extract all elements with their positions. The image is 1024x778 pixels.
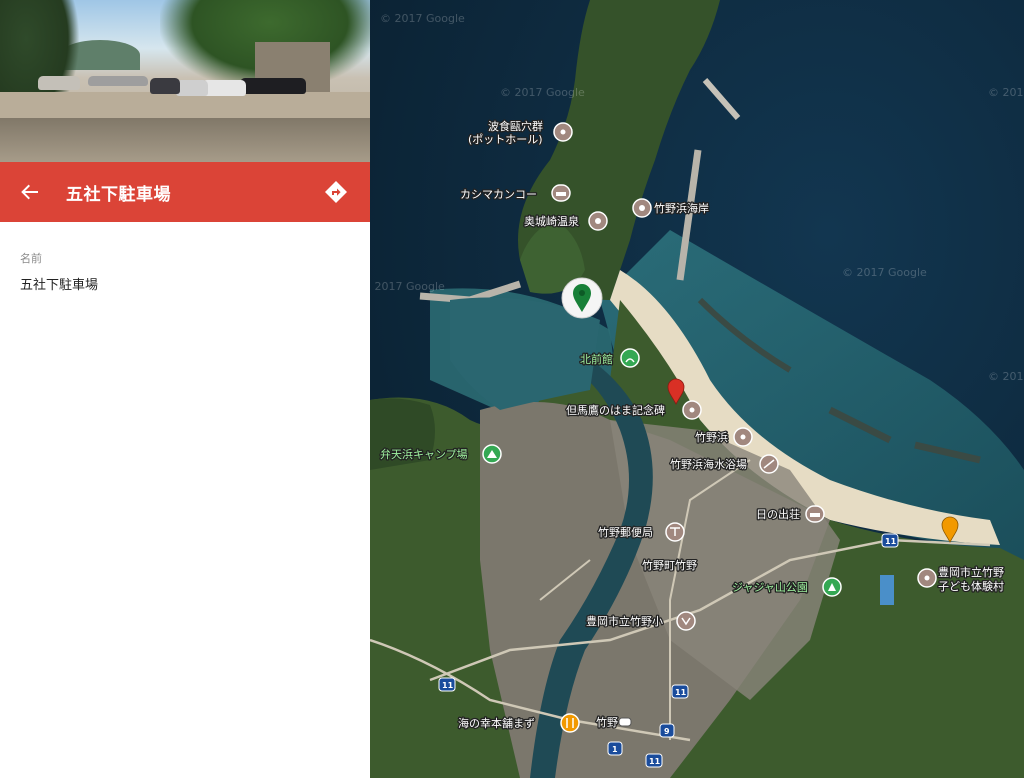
- svg-text:竹野町竹野: 竹野町竹野: [642, 558, 697, 572]
- poi-okukinosaki-onsen[interactable]: 奥城崎温泉: [523, 211, 608, 231]
- svg-text:豊岡市立竹野小: 豊岡市立竹野小: [586, 614, 663, 628]
- poi-kashima-kanko[interactable]: カシマカンコー: [459, 184, 571, 202]
- restaurant-icon: [560, 713, 580, 733]
- svg-text:北前館: 北前館: [580, 352, 613, 366]
- svg-text:竹野郵便局: 竹野郵便局: [598, 525, 653, 539]
- school-icon: [676, 611, 696, 631]
- svg-text:海の幸本舗まず: 海の幸本舗まず: [458, 716, 535, 730]
- poi-takenohama-coast[interactable]: 竹野浜海岸: [632, 198, 710, 218]
- route-shield: 11: [671, 684, 689, 699]
- place-photo[interactable]: [0, 0, 370, 162]
- directions-icon: [325, 181, 347, 203]
- route-shield: 11: [438, 677, 456, 692]
- svg-text:弁天浜キャンプ場: 弁天浜キャンプ場: [380, 447, 468, 461]
- arrow-back-icon: [21, 184, 38, 200]
- name-field-value: 五社下駐車場: [20, 278, 99, 293]
- svg-text:(ポットホール): (ポットホール): [468, 133, 543, 146]
- svg-text:1: 1: [612, 745, 618, 754]
- poi-takenohama[interactable]: 竹野浜: [694, 427, 753, 447]
- side-panel: 五社下駐車場 名前 五社下駐車場: [0, 0, 370, 778]
- hot-spring-icon: [620, 348, 640, 368]
- svg-text:豊岡市立竹野: 豊岡市立竹野: [938, 565, 1004, 579]
- poi-hinodeso[interactable]: 日の出荘: [755, 505, 825, 523]
- satellite-map[interactable]: © 2017 Google © 2017 Google © 2017 Googl…: [370, 0, 1024, 778]
- svg-text:11: 11: [442, 681, 454, 690]
- svg-text:日の出荘: 日の出荘: [756, 507, 800, 521]
- map-watermark: © 2017 Google: [370, 280, 445, 293]
- name-field-label: 名前: [20, 252, 42, 265]
- svg-text:奥城崎温泉: 奥城崎温泉: [524, 214, 579, 228]
- svg-text:子ども体験村: 子ども体験村: [938, 579, 1004, 593]
- map-watermark: © 2017 Google: [988, 86, 1024, 99]
- place-title: 五社下駐車場: [66, 185, 171, 205]
- poi-post-office[interactable]: 竹野郵便局: [597, 522, 685, 542]
- map-watermark: © 2017 Google: [380, 12, 465, 25]
- back-button[interactable]: [14, 176, 46, 208]
- svg-text:ジャジャ山公園: ジャジャ山公園: [732, 581, 808, 594]
- svg-text:竹野: 竹野: [596, 715, 618, 729]
- directions-button[interactable]: [322, 178, 350, 206]
- route-shield: 11: [881, 533, 899, 548]
- svg-text:但馬鷹のはま記念碑: 但馬鷹のはま記念碑: [566, 403, 665, 417]
- poi-jajayama-park[interactable]: ジャジャ山公園: [731, 577, 842, 597]
- svg-text:11: 11: [885, 537, 897, 546]
- route-shield: 9: [659, 723, 675, 738]
- map-watermark: © 2017 Google: [500, 86, 585, 99]
- route-shield: 1: [607, 741, 623, 756]
- poi-takenohama-beach[interactable]: 竹野浜海水浴場: [669, 454, 779, 474]
- svg-text:11: 11: [675, 688, 687, 697]
- area-label-takenocho: 竹野町竹野: [641, 557, 699, 574]
- route-shield: 11: [645, 753, 663, 768]
- station-icon: [618, 717, 632, 727]
- svg-text:竹野浜海岸: 竹野浜海岸: [654, 201, 709, 215]
- selected-place-marker[interactable]: [561, 277, 603, 319]
- place-header: 五社下駐車場: [0, 162, 370, 222]
- svg-text:11: 11: [649, 757, 661, 766]
- map-watermark: © 2017 Google: [988, 370, 1024, 383]
- svg-text:竹野浜海水浴場: 竹野浜海水浴場: [670, 457, 747, 471]
- svg-text:竹野浜: 竹野浜: [695, 430, 728, 444]
- svg-text:カシマカンコー: カシマカンコー: [460, 188, 537, 201]
- poi-takeno-elementary[interactable]: 豊岡市立竹野小: [585, 611, 696, 631]
- svg-text:9: 9: [664, 727, 670, 736]
- place-info: 名前 五社下駐車場: [20, 250, 98, 293]
- svg-text:波食甌穴群: 波食甌穴群: [488, 119, 543, 133]
- map-watermark: © 2017 Google: [842, 266, 927, 279]
